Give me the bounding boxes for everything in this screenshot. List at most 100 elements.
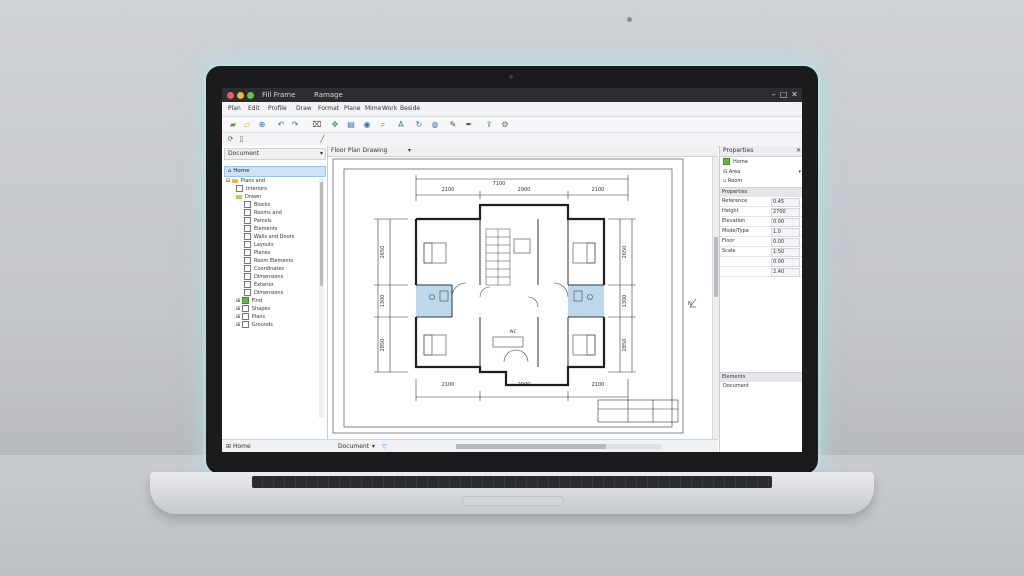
tree-item-selected[interactable]: ⌂ Home [224, 166, 326, 177]
tree-item[interactable]: Walls and Doors [244, 233, 294, 241]
open-icon[interactable]: ▱ [242, 120, 252, 130]
menu-plan[interactable]: Plan [228, 105, 241, 112]
menu-beside[interactable]: Beside [400, 105, 420, 112]
tree-item[interactable]: Planes [244, 249, 270, 257]
tree-item[interactable]: Rooms and [244, 209, 282, 217]
tree-item[interactable]: Coordinates [244, 265, 284, 273]
tree-item[interactable]: Dimensions [244, 289, 283, 297]
measure-icon[interactable]: ⌕ [378, 120, 388, 130]
property-value[interactable]: 2.40 [771, 268, 800, 277]
text-icon[interactable]: A [396, 120, 406, 130]
property-value[interactable]: 1:50 [771, 248, 800, 257]
scroll-thumb[interactable] [320, 182, 323, 286]
tree-item[interactable]: Interiors [236, 185, 267, 193]
layout-tab[interactable]: Document [338, 440, 369, 452]
tree-item[interactable]: Drawn [236, 193, 261, 201]
checkbox[interactable] [241, 321, 249, 328]
expand-icon[interactable]: ⊟ [723, 169, 727, 175]
tree-item[interactable]: Blocks [244, 201, 270, 209]
chevron-down-icon[interactable]: ▾ [798, 168, 801, 177]
property-value[interactable]: 0.00 [771, 218, 800, 227]
checkbox[interactable] [244, 217, 251, 224]
checkbox[interactable] [244, 289, 251, 296]
zoom-icon[interactable]: ⊕ [257, 120, 267, 130]
checkbox[interactable] [244, 249, 251, 256]
canvas-horizontal-scrollbar[interactable] [456, 444, 661, 449]
minimize-window-dot[interactable] [237, 92, 244, 99]
maximize-button[interactable]: □ [778, 88, 789, 102]
drawing-tab[interactable]: Floor Plan Drawing ▾ [328, 146, 718, 157]
tree-item[interactable]: Parcels [244, 217, 272, 225]
property-value[interactable]: 0.45 [771, 198, 800, 207]
line-tool-icon[interactable]: ╱ [318, 135, 327, 144]
expand-icon[interactable]: ⊞ [236, 306, 240, 312]
property-value[interactable]: 1.0 [771, 228, 800, 237]
redo-icon[interactable]: ↷ [290, 120, 300, 130]
layers-panel-header[interactable]: Document ▾ [224, 148, 326, 160]
tree-item[interactable]: ⊞ Shapes [236, 305, 270, 313]
grid-icon[interactable]: ⊞ [226, 443, 231, 450]
new-icon[interactable]: ▰ [228, 120, 238, 130]
tree-item[interactable]: Room Elements [244, 257, 293, 265]
tree-item[interactable]: ⊞ Plans [236, 313, 265, 321]
close-button[interactable]: ✕ [789, 88, 800, 102]
export-icon[interactable]: ⇪ [484, 120, 494, 130]
tree-item[interactable]: Exterior [244, 281, 274, 289]
settings-icon[interactable]: ⚙ [500, 120, 510, 130]
menu-profile[interactable]: Profile [268, 105, 287, 112]
menu-work[interactable]: Work [382, 105, 397, 112]
tree-item[interactable]: Elements [244, 225, 277, 233]
undo-icon[interactable]: ↶ [276, 120, 286, 130]
copy-icon[interactable]: ▯ [237, 135, 246, 144]
menu-mime[interactable]: Mime [365, 105, 381, 112]
chevron-down-icon[interactable]: ▾ [372, 440, 375, 452]
menu-format[interactable]: Format [318, 105, 339, 112]
tab-close-icon[interactable]: ▾ [408, 146, 411, 156]
refresh-icon[interactable]: ⟳ [226, 135, 235, 144]
elements-row[interactable]: Document [720, 382, 802, 391]
expand-icon[interactable]: ⊞ [236, 298, 240, 304]
orbit-icon[interactable]: ↻ [414, 120, 424, 130]
tree-root[interactable]: ⊟ Plans and [226, 177, 265, 185]
checkbox[interactable] [241, 305, 249, 312]
expand-icon[interactable]: ⊞ [236, 314, 240, 320]
tree-item[interactable]: Dimensions [244, 273, 283, 281]
pencil-icon[interactable]: ✎ [448, 120, 458, 130]
expand-icon[interactable]: ⊞ [236, 322, 240, 328]
checkbox[interactable] [244, 233, 251, 240]
filter-icon[interactable]: ▽ [382, 440, 387, 452]
globe-icon[interactable]: ◍ [430, 120, 440, 130]
menu-edit[interactable]: Edit [248, 105, 260, 112]
canvas-vertical-scrollbar[interactable] [712, 157, 719, 439]
scroll-thumb[interactable] [714, 237, 718, 297]
tree-item[interactable]: ⊞ Find [236, 297, 262, 305]
close-window-dot[interactable] [227, 92, 234, 99]
properties-header[interactable]: Properties ✕ [720, 146, 802, 157]
chevron-down-icon[interactable]: ▾ [320, 149, 323, 159]
checkbox[interactable] [244, 209, 251, 216]
checkbox[interactable] [244, 225, 251, 232]
checkbox[interactable] [241, 313, 249, 320]
checkbox[interactable] [244, 241, 251, 248]
property-value[interactable]: 0.00 [771, 258, 800, 267]
properties-row[interactable]: ▫ Room [720, 177, 802, 186]
tree-item[interactable]: ⊞ Grounds [236, 321, 273, 329]
move-icon[interactable]: ✥ [330, 120, 340, 130]
properties-row[interactable]: ⊟ Area ▾ [720, 168, 802, 177]
checkbox[interactable] [244, 201, 251, 208]
expand-icon[interactable]: ⊟ [226, 178, 230, 184]
scroll-thumb[interactable] [456, 444, 606, 449]
render-icon[interactable]: ◉ [362, 120, 372, 130]
pen-icon[interactable]: ✒ [464, 120, 474, 130]
layers-icon[interactable]: ▤ [346, 120, 356, 130]
drawing-canvas[interactable]: 7100 2100 2900 2100 2100 2900 2100 2650 … [328, 157, 712, 439]
checkbox[interactable] [244, 265, 251, 272]
property-value[interactable]: 0.00 [771, 238, 800, 247]
properties-row[interactable]: Home [720, 158, 802, 167]
property-value[interactable]: 2700 [771, 208, 800, 217]
layers-scrollbar[interactable] [319, 178, 324, 418]
checkbox[interactable] [236, 185, 243, 192]
checkbox[interactable] [244, 281, 251, 288]
dimension-icon[interactable]: ⌧ [312, 120, 322, 130]
tree-item[interactable]: Layouts [244, 241, 274, 249]
